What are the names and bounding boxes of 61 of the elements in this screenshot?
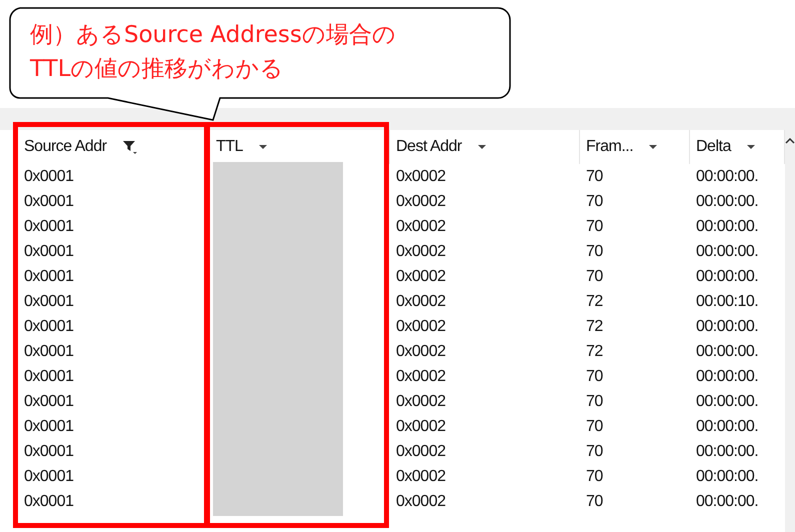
table-cell: 0x0002 [396,492,446,510]
table-cell: 70 [586,192,603,210]
table-cell: 00:00:00. [696,418,758,434]
table-cell: 0x0002 [396,442,446,460]
table-cell: 00:00:00. [696,192,758,210]
table-cell: 0x0002 [396,392,446,410]
table-cell: 0x0001 [24,392,74,410]
table-cell: 0x0001 [24,268,74,284]
table-cell: 0x0001 [24,418,74,434]
table-cell: 0x0001 [24,318,74,334]
table-cell: 72 [586,318,603,334]
table-cell: 0x0001 [24,468,74,484]
table-cell: 70 [586,242,603,260]
table-cell: 70 [586,218,603,234]
table-cell: 0x0002 [396,192,446,210]
table-cell: 70 [586,368,603,384]
table-cell: 0x0002 [396,242,446,260]
table-cell: 0x0001 [24,192,74,210]
table-cell: 00:00:00. [696,168,758,184]
table-cell: 0x0002 [396,368,446,384]
table-cell: 70 [586,168,603,184]
table-cell: 00:00:00. [696,368,758,384]
table-cell: 00:00:10. [696,292,758,310]
table-cell: 70 [586,268,603,284]
table-cell: 00:00:00. [696,242,758,260]
table-cell: 0x0002 [396,318,446,334]
table-cell: 0x0002 [396,418,446,434]
table-cell: 0x0001 [24,168,74,184]
table-cell: 00:00:00. [696,492,758,510]
table-cell: 70 [586,392,603,410]
table-cell: 0x0002 [396,468,446,484]
column-header[interactable]: Dest Addr [390,130,580,164]
table-cell: 72 [586,342,603,360]
table-cell: 70 [586,418,603,434]
table-cell: 72 [586,292,603,310]
table-cell: 00:00:00. [696,342,758,360]
column-header[interactable]: Source Addr [18,130,210,164]
table-cell: 00:00:00. [696,268,758,284]
callout-text: TTLの値の推移がわかる [30,55,285,84]
column-header[interactable]: Fram... [580,130,690,164]
table-cell: 0x0002 [396,218,446,234]
table-cell: 00:00:00. [696,218,758,234]
table-cell: 00:00:00. [696,468,758,484]
table-cell: 0x0002 [396,292,446,310]
table-cell: 0x0002 [396,342,446,360]
table-cell: 0x0001 [24,492,74,510]
table-cell: 0x0001 [24,242,74,260]
table-cell: 0x0001 [24,368,74,384]
table-cell: 00:00:00. [696,442,758,460]
table-cell: 70 [586,492,603,510]
table-cell: 70 [586,442,603,460]
table-cell: 0x0002 [396,268,446,284]
table-cell: 0x0002 [396,168,446,184]
table-cell: 0x0001 [24,342,74,360]
table-cell: 0x0001 [24,442,74,460]
callout-text: 例）あるSource Addressの場合の [30,21,396,50]
table-cell: 0x0001 [24,218,74,234]
table-cell: 00:00:00. [696,318,758,334]
table-cell: 00:00:00. [696,392,758,410]
table-cell: 70 [586,468,603,484]
table-cell: 0x0001 [24,292,74,310]
